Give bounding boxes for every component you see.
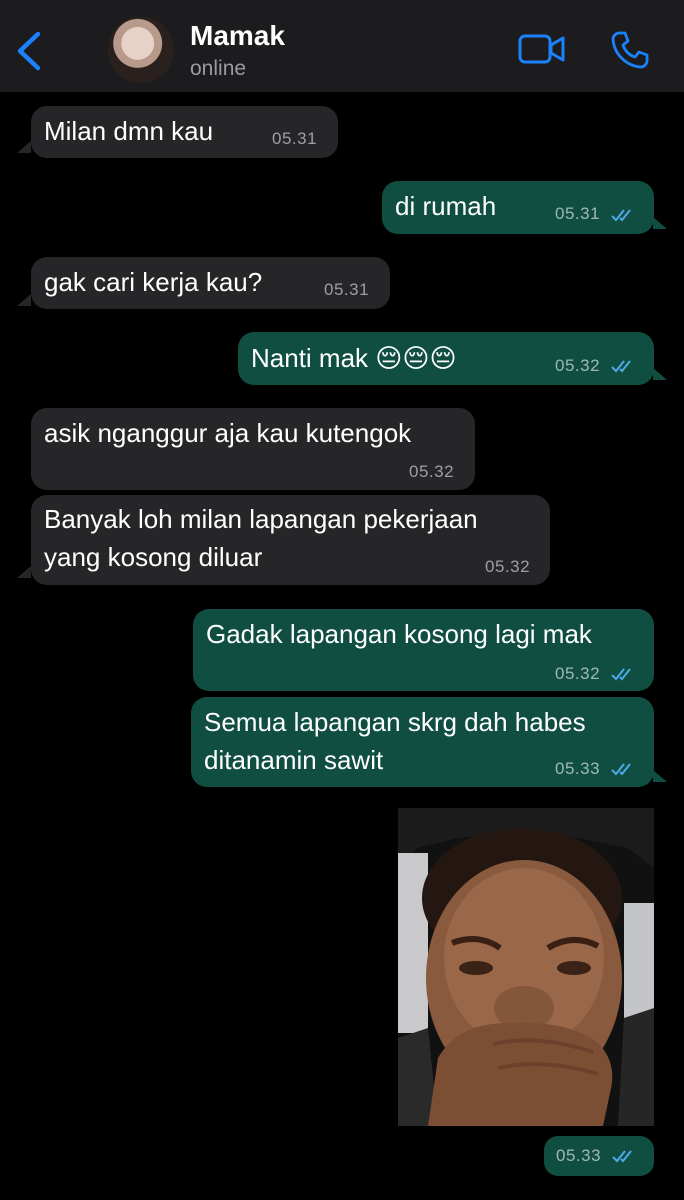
message-text: Milan dmn kau bbox=[44, 116, 214, 146]
message-text: gak cari kerja kau? bbox=[44, 267, 263, 297]
message-bubble-incoming[interactable]: asik nganggur aja kau kutengok 05.32 bbox=[31, 408, 475, 490]
contact-name[interactable]: Mamak bbox=[190, 20, 285, 52]
read-receipt-icon bbox=[612, 1150, 632, 1163]
chat-header: Mamak online bbox=[0, 0, 684, 92]
message-bubble-incoming[interactable]: Milan dmn kau 05.31 bbox=[31, 106, 338, 158]
back-chevron-icon[interactable] bbox=[14, 30, 44, 72]
photo-time-badge: 05.33 bbox=[544, 1136, 654, 1176]
message-text: asik nganggur aja kau kutengok bbox=[44, 418, 412, 448]
bubble-tail bbox=[653, 368, 667, 380]
video-call-icon[interactable] bbox=[518, 32, 566, 66]
message-text-line: ditanamin sawit bbox=[204, 745, 384, 775]
read-receipt-icon bbox=[611, 209, 631, 222]
bubble-tail bbox=[653, 770, 667, 782]
photo-message[interactable] bbox=[398, 808, 654, 1126]
message-time: 05.33 bbox=[555, 759, 601, 778]
bubble-tail bbox=[17, 294, 31, 306]
message-time: 05.32 bbox=[485, 557, 531, 576]
read-receipt-icon bbox=[611, 763, 631, 776]
message-text-line: Semua lapangan skrg dah habes bbox=[204, 707, 586, 737]
photo-image bbox=[398, 808, 654, 1126]
message-text-line: yang kosong diluar bbox=[44, 542, 263, 572]
message-bubble-incoming[interactable]: Banyak loh milan lapangan pekerjaan yang… bbox=[31, 495, 550, 585]
message-time: 05.31 bbox=[324, 280, 370, 299]
message-time: 05.33 bbox=[556, 1146, 602, 1165]
message-text-line: Banyak loh milan lapangan pekerjaan bbox=[44, 504, 478, 534]
message-text: Gadak lapangan kosong lagi mak bbox=[206, 619, 592, 649]
message-bubble-outgoing[interactable]: Gadak lapangan kosong lagi mak 05.32 bbox=[193, 609, 654, 691]
message-time: 05.31 bbox=[555, 204, 601, 223]
phone-call-icon[interactable] bbox=[610, 30, 650, 70]
message-time: 05.32 bbox=[555, 356, 601, 375]
message-bubble-outgoing[interactable]: Semua lapangan skrg dah habes ditanamin … bbox=[191, 697, 654, 787]
bubble-tail bbox=[17, 141, 31, 153]
read-receipt-icon bbox=[611, 360, 631, 373]
contact-avatar[interactable] bbox=[108, 17, 174, 83]
message-time: 05.31 bbox=[272, 129, 318, 148]
bubble-tail bbox=[17, 566, 31, 578]
message-text: Nanti mak 😔😔😔 bbox=[251, 343, 457, 373]
message-text: di rumah bbox=[395, 191, 497, 221]
message-time: 05.32 bbox=[555, 664, 601, 683]
message-bubble-outgoing[interactable]: Nanti mak 😔😔😔 05.32 bbox=[238, 332, 654, 385]
contact-status: online bbox=[190, 57, 247, 80]
message-bubble-outgoing[interactable]: di rumah 05.31 bbox=[382, 181, 654, 234]
read-receipt-icon bbox=[611, 668, 631, 681]
message-bubble-incoming[interactable]: gak cari kerja kau? 05.31 bbox=[31, 257, 390, 309]
message-time: 05.32 bbox=[409, 462, 455, 481]
bubble-tail bbox=[653, 217, 667, 229]
